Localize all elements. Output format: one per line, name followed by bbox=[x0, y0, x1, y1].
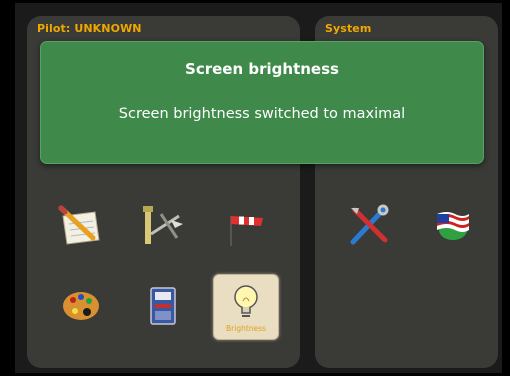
task-tile[interactable] bbox=[131, 194, 195, 258]
look-tile[interactable] bbox=[49, 274, 113, 338]
settings-tile[interactable] bbox=[337, 194, 401, 258]
toast-message: Screen brightness switched to maximal bbox=[118, 106, 406, 122]
pilot-panel-title: Pilot: UNKNOWN bbox=[37, 22, 142, 35]
toast-title: Screen brightness bbox=[185, 60, 339, 78]
glider-icon bbox=[143, 206, 183, 244]
language-tile[interactable] bbox=[419, 194, 483, 258]
notes-tile[interactable] bbox=[49, 194, 113, 258]
notepad-pencil-icon bbox=[58, 205, 100, 245]
calculator-tile[interactable] bbox=[131, 274, 195, 338]
tools-icon bbox=[350, 204, 389, 245]
calculator-icon bbox=[150, 287, 176, 325]
brightness-tile[interactable]: Brightness bbox=[213, 274, 279, 340]
language-flag-icon bbox=[437, 212, 469, 240]
brightness-label: Brightness bbox=[226, 324, 266, 333]
brightness-toast: Screen brightness Screen brightness swit… bbox=[40, 41, 484, 164]
wind-tile[interactable] bbox=[213, 194, 277, 258]
palette-icon bbox=[63, 292, 99, 320]
windsock-icon bbox=[230, 216, 263, 246]
system-panel-title: System bbox=[325, 22, 372, 35]
